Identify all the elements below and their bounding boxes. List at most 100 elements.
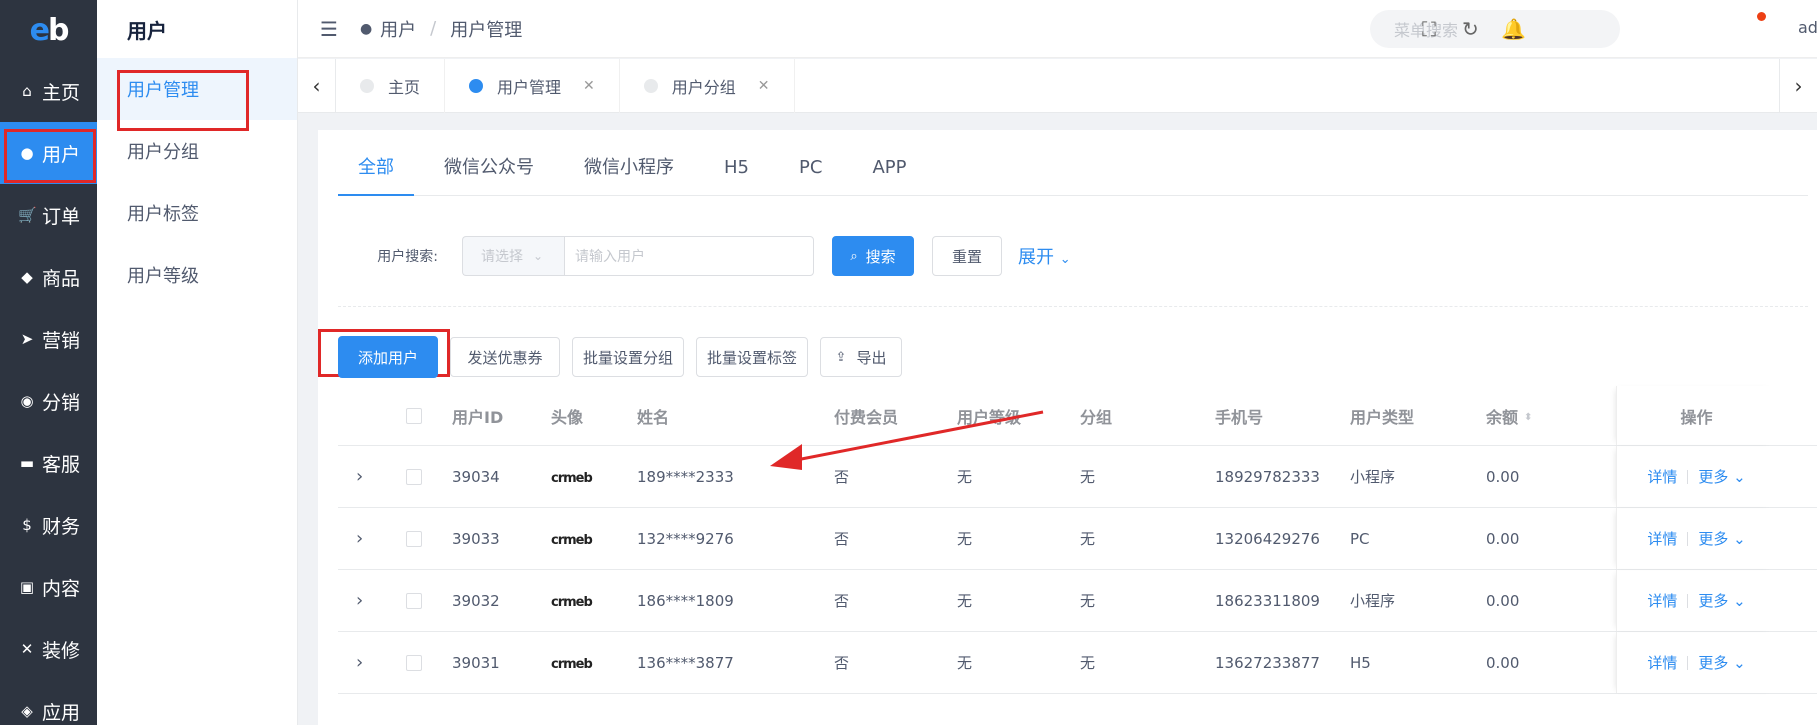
cell-balance: 0.00 xyxy=(1486,467,1520,486)
breadcrumb-item-user[interactable]: 用户 xyxy=(380,16,416,42)
col-header-phone: 手机号 xyxy=(1215,407,1264,427)
channel-tab-0[interactable]: 全部 xyxy=(338,150,414,196)
tab-status-dot xyxy=(643,78,658,93)
page-tab-2[interactable]: 用户分组 ✕ xyxy=(620,58,795,113)
sort-icon[interactable]: ⬍ xyxy=(1524,413,1532,423)
bell-icon[interactable]: 🔔 xyxy=(1501,17,1526,41)
more-dropdown[interactable]: 更多 ⌄ xyxy=(1698,652,1745,673)
refresh-icon[interactable]: ↻ xyxy=(1462,17,1479,41)
rail-item-3[interactable]: ◆ 商品 xyxy=(0,246,97,308)
expand-row-icon[interactable]: › xyxy=(338,466,406,487)
rail-item-1[interactable]: ● 用户 xyxy=(0,122,97,184)
send-coupon-button[interactable]: 发送优惠券 xyxy=(450,337,560,377)
chevron-down-icon: ⌄ xyxy=(1728,654,1746,672)
rail-item-4[interactable]: ➤ 营销 xyxy=(0,308,97,370)
page-tab-label: 用户分组 xyxy=(671,77,736,97)
channel-tab-5[interactable]: APP xyxy=(852,150,926,196)
expand-toggle[interactable]: 展开 ⌄ xyxy=(1018,243,1071,269)
search-field-select[interactable]: 请选择 ⌄ xyxy=(462,236,564,276)
sub-nav-item-3[interactable]: 用户等级 xyxy=(97,244,297,306)
tabs-prev-icon[interactable]: ‹ xyxy=(298,58,336,113)
fullscreen-icon[interactable]: ⛶ xyxy=(1422,17,1436,41)
avatar[interactable]: crmeb xyxy=(551,657,593,672)
cell-phone: 18623311809 xyxy=(1215,591,1320,610)
search-row: 用户搜索: 请选择 ⌄ 请输入用户 ⌕ 搜索 重置 展开 ⌄ xyxy=(338,236,1071,276)
detail-link[interactable]: 详情 xyxy=(1647,528,1677,549)
reset-button[interactable]: 重置 xyxy=(932,236,1002,276)
expand-row-icon[interactable]: › xyxy=(338,528,406,549)
row-checkbox[interactable] xyxy=(406,468,422,485)
page-tab-0[interactable]: 主页 xyxy=(336,58,446,113)
rail-item-9[interactable]: ✕ 装修 xyxy=(0,618,97,680)
close-icon[interactable]: ✕ xyxy=(758,78,770,94)
table-row: › 39031 crmeb 136****3877 否 无 无 13627233877 H5 0.… xyxy=(338,632,1817,694)
row-checkbox[interactable] xyxy=(406,654,422,671)
avatar-cell: crmeb xyxy=(551,530,637,548)
avatar[interactable]: crmeb xyxy=(551,471,593,486)
page-tab-1[interactable]: 用户管理 ✕ xyxy=(445,58,620,113)
col-header-type: 用户类型 xyxy=(1350,407,1415,427)
collapse-menu-icon[interactable]: ☰ xyxy=(320,17,338,41)
detail-link[interactable]: 详情 xyxy=(1647,590,1677,611)
notification-badge xyxy=(1757,12,1766,21)
more-dropdown[interactable]: 更多 ⌄ xyxy=(1698,528,1745,549)
rail-item-label: 内容 xyxy=(42,577,81,600)
row-actions: 详情 更多 ⌄ xyxy=(1616,570,1776,631)
row-actions: 详情 更多 ⌄ xyxy=(1616,446,1776,507)
breadcrumb-item-user-manage: 用户管理 xyxy=(450,19,523,41)
more-dropdown[interactable]: 更多 ⌄ xyxy=(1698,466,1745,487)
channel-tab-1[interactable]: 微信公众号 xyxy=(424,150,554,196)
tabs-next-icon[interactable]: › xyxy=(1779,58,1817,113)
channel-tab-2[interactable]: 微信小程序 xyxy=(564,150,694,196)
expand-row-icon[interactable]: › xyxy=(338,590,406,611)
rail-item-6[interactable]: ▬ 客服 xyxy=(0,432,97,494)
more-dropdown[interactable]: 更多 ⌄ xyxy=(1698,590,1745,611)
row-checkbox[interactable] xyxy=(406,530,422,547)
nav-icon: ➤ xyxy=(20,330,34,348)
sub-nav-item-0[interactable]: 用户管理 xyxy=(97,58,297,131)
avatar[interactable]: crmeb xyxy=(551,595,593,610)
tab-status-dot xyxy=(469,78,484,93)
rail-item-2[interactable]: 🛒 订单 xyxy=(0,184,97,246)
close-icon[interactable]: ✕ xyxy=(583,78,595,94)
rail-item-8[interactable]: ▣ 内容 xyxy=(0,556,97,618)
add-user-button[interactable]: 添加用户 xyxy=(338,336,438,378)
col-header-balance[interactable]: 余额 ⬍ xyxy=(1486,404,1616,428)
rail-item-0[interactable]: ⌂ 主页 xyxy=(0,60,97,122)
avatar[interactable]: crmeb xyxy=(551,533,593,548)
search-user-input[interactable]: 请输入用户 xyxy=(564,236,814,276)
tab-status-dot xyxy=(360,78,374,93)
main-nav-rail: eb ⌂ 主页 ● 用户 🛒 订单 ◆ 商品 ➤ 营销 ◉ 分销 ▬ 客服 $ 财务 ▣ 内容 ✕ 装修 ◈ 应用 xyxy=(0,0,97,725)
cell-level: 无 xyxy=(957,654,973,672)
channel-tab-3[interactable]: H5 xyxy=(704,150,769,196)
cell-type: 小程序 xyxy=(1350,468,1396,486)
export-button[interactable]: ⇪ 导出 xyxy=(820,337,902,377)
rail-item-10[interactable]: ◈ 应用 xyxy=(0,680,97,725)
detail-link[interactable]: 详情 xyxy=(1647,652,1677,673)
top-header: ☰ ● 用户 / 用户管理 菜单搜索 ⛶ ↻ 🔔 ad xyxy=(298,0,1817,58)
cell-balance: 0.00 xyxy=(1486,529,1520,548)
more-label: 更多 xyxy=(1698,468,1729,486)
rail-item-label: 订单 xyxy=(42,205,81,228)
batch-tag-button[interactable]: 批量设置标签 xyxy=(696,337,808,377)
cell-id: 39033 xyxy=(452,529,500,548)
brand-logo[interactable]: eb xyxy=(0,0,97,60)
row-checkbox[interactable] xyxy=(406,592,422,609)
menu-search-input[interactable]: 菜单搜索 xyxy=(1370,10,1620,48)
row-checkbox-cell xyxy=(406,592,452,609)
user-name[interactable]: ad xyxy=(1798,18,1817,37)
chevron-down-icon: ⌄ xyxy=(1728,530,1746,548)
sub-nav-item-2[interactable]: 用户标签 xyxy=(97,182,297,244)
expand-row-icon[interactable]: › xyxy=(338,652,406,673)
rail-item-7[interactable]: $ 财务 xyxy=(0,494,97,556)
detail-link[interactable]: 详情 xyxy=(1647,466,1677,487)
cell-paid: 否 xyxy=(834,530,850,548)
rail-item-5[interactable]: ◉ 分销 xyxy=(0,370,97,432)
select-all-checkbox[interactable] xyxy=(406,407,422,424)
batch-group-button[interactable]: 批量设置分组 xyxy=(572,337,684,377)
action-divider xyxy=(1687,531,1689,546)
search-button[interactable]: ⌕ 搜索 xyxy=(832,236,914,276)
person-icon: ● xyxy=(359,20,373,37)
channel-tab-4[interactable]: PC xyxy=(779,150,842,196)
search-icon: ⌕ xyxy=(850,248,858,264)
